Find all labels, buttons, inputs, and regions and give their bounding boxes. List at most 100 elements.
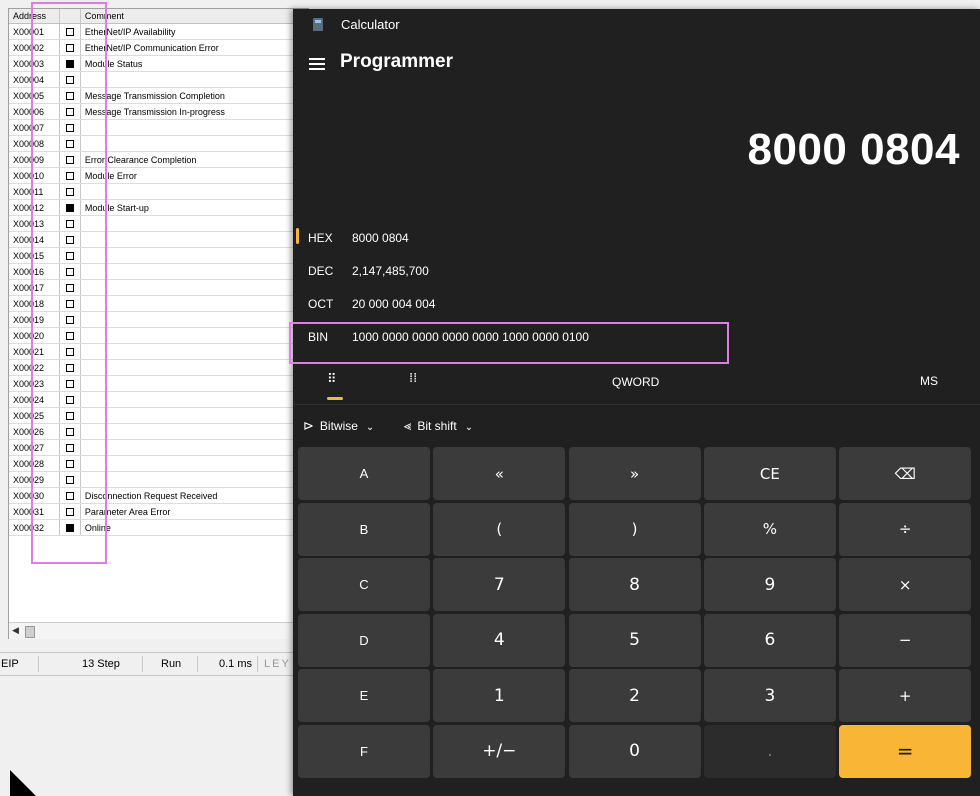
comment-cell bbox=[80, 471, 309, 488]
selected-indicator bbox=[327, 397, 343, 400]
title-bar[interactable]: Calculator bbox=[293, 9, 980, 41]
key-f[interactable]: F bbox=[298, 724, 430, 778]
calculator-app-icon bbox=[313, 18, 323, 31]
status-steps: 13 Step bbox=[82, 658, 120, 670]
radix-hex[interactable]: HEX 8000 0804 bbox=[293, 222, 733, 255]
comment-column-header[interactable]: Comment bbox=[80, 9, 309, 24]
comment-cell bbox=[80, 327, 309, 344]
bitwise-dropdown[interactable]: ⊳ Bitwise ⌄ bbox=[303, 418, 374, 434]
digit-5-button[interactable]: 5 bbox=[568, 613, 701, 667]
key-a[interactable]: A bbox=[298, 447, 430, 500]
divide-button[interactable]: ÷ bbox=[839, 502, 972, 556]
shift-left-button[interactable]: « bbox=[433, 447, 566, 500]
comment-cell: Message Transmission Completion bbox=[80, 87, 309, 104]
comment-cell: Module Start-up bbox=[80, 199, 309, 216]
key-b[interactable]: B bbox=[298, 502, 430, 556]
radix-label: OCT bbox=[308, 297, 334, 311]
comment-cell bbox=[80, 439, 309, 456]
open-paren-button[interactable]: ( bbox=[433, 502, 566, 556]
status-scan-time: 0.1 ms bbox=[219, 658, 253, 670]
multiply-button[interactable]: × bbox=[839, 558, 972, 611]
comment-cell bbox=[80, 279, 309, 296]
key-e[interactable]: E bbox=[298, 669, 430, 722]
clear-entry-button[interactable]: CE bbox=[703, 447, 836, 500]
status-separator bbox=[38, 656, 39, 672]
comment-cell bbox=[80, 231, 309, 248]
bitshift-dropdown[interactable]: ⪡ Bit shift ⌄ bbox=[404, 418, 473, 434]
digit-3-button[interactable]: 3 bbox=[703, 669, 836, 722]
status-run: Run bbox=[161, 658, 182, 670]
scrollbar-thumb[interactable] bbox=[25, 626, 35, 638]
comment-cell: EtherNet/IP Communication Error bbox=[80, 39, 309, 56]
digit-4-button[interactable]: 4 bbox=[433, 613, 566, 667]
scroll-left-icon[interactable]: ◀ bbox=[12, 625, 19, 636]
status-separator bbox=[257, 656, 258, 672]
backspace-button[interactable]: ⌫ bbox=[839, 447, 972, 500]
digit-8-button[interactable]: 8 bbox=[568, 558, 701, 611]
add-button[interactable]: + bbox=[839, 669, 972, 722]
comment-cell: Module Status bbox=[80, 55, 309, 72]
state-column-highlight bbox=[31, 2, 107, 564]
calculator-window: Calculator Programmer 8000 0804 HEX 8000… bbox=[289, 9, 980, 796]
bit-toggling-keypad-icon[interactable]: ⁞⁞ bbox=[409, 371, 417, 386]
bitshift-label: Bit shift bbox=[417, 419, 457, 433]
comment-cell bbox=[80, 455, 309, 472]
comment-cell bbox=[80, 71, 309, 88]
digit-0-button[interactable]: 0 bbox=[568, 724, 701, 778]
radix-oct[interactable]: OCT 20 000 004 004 bbox=[293, 288, 733, 321]
selected-indicator bbox=[296, 228, 299, 244]
chevron-down-icon: ⌄ bbox=[464, 422, 474, 433]
chevron-down-icon: ⌄ bbox=[365, 422, 375, 433]
comment-cell bbox=[80, 135, 309, 152]
comment-cell bbox=[80, 407, 309, 424]
status-bar: EIP 13 Step Run 0.1 ms LEY bbox=[0, 652, 300, 676]
comment-cell bbox=[80, 183, 309, 200]
comment-cell bbox=[80, 359, 309, 376]
key-d[interactable]: D bbox=[298, 613, 430, 667]
comment-cell bbox=[80, 391, 309, 408]
status-separator bbox=[142, 656, 143, 672]
equals-button[interactable]: = bbox=[839, 724, 972, 778]
operation-toolbar: ⊳ Bitwise ⌄ ⪡ Bit shift ⌄ bbox=[293, 409, 980, 445]
modulo-button[interactable]: % bbox=[703, 502, 836, 556]
radix-value: 2,147,485,700 bbox=[352, 264, 429, 278]
input-mode-toolbar: ⠿ ⁞⁞ QWORD MS bbox=[293, 364, 980, 405]
comment-cell: Module Error bbox=[80, 167, 309, 184]
key-c[interactable]: C bbox=[298, 558, 430, 611]
comment-cell bbox=[80, 263, 309, 280]
radix-dec[interactable]: DEC 2,147,485,700 bbox=[293, 255, 733, 288]
digit-9-button[interactable]: 9 bbox=[703, 558, 836, 611]
bit-shift-icon: ⪡ bbox=[404, 418, 412, 433]
digit-1-button[interactable]: 1 bbox=[433, 669, 566, 722]
digit-2-button[interactable]: 2 bbox=[568, 669, 701, 722]
comment-cell bbox=[80, 247, 309, 264]
comment-cell: Parameter Area Error bbox=[80, 503, 309, 520]
menu-icon[interactable] bbox=[309, 58, 325, 70]
bin-highlight-box bbox=[289, 322, 729, 364]
digit-6-button[interactable]: 6 bbox=[703, 613, 836, 667]
decimal-button[interactable]: . bbox=[703, 724, 836, 778]
radix-label: HEX bbox=[308, 231, 333, 245]
resize-corner-icon bbox=[10, 770, 36, 796]
memory-store-button[interactable]: MS bbox=[920, 374, 938, 388]
comment-cell bbox=[80, 375, 309, 392]
shift-right-button[interactable]: » bbox=[568, 447, 701, 500]
horizontal-scrollbar[interactable]: ◀ bbox=[9, 622, 300, 639]
full-keypad-icon[interactable]: ⠿ bbox=[327, 372, 337, 387]
comment-cell: Disconnection Request Received bbox=[80, 487, 309, 504]
io-monitor-window: Address Comment X00001 EtherNet/IP Availa… bbox=[0, 0, 309, 796]
comment-cell: EtherNet/IP Availability bbox=[80, 23, 309, 40]
negate-button[interactable]: +/− bbox=[433, 724, 566, 778]
logic-gate-icon: ⊳ bbox=[303, 418, 314, 433]
radix-label: DEC bbox=[308, 264, 334, 278]
word-size-button[interactable]: QWORD bbox=[612, 375, 659, 389]
comment-cell bbox=[80, 423, 309, 440]
status-mode: EIP bbox=[1, 658, 19, 670]
comment-cell: Error Clearance Completion bbox=[80, 151, 309, 168]
digit-7-button[interactable]: 7 bbox=[433, 558, 566, 611]
comment-cell bbox=[80, 119, 309, 136]
subtract-button[interactable]: − bbox=[839, 613, 972, 667]
app-title: Calculator bbox=[341, 17, 400, 32]
comment-cell bbox=[80, 295, 309, 312]
close-paren-button[interactable]: ) bbox=[568, 502, 701, 556]
